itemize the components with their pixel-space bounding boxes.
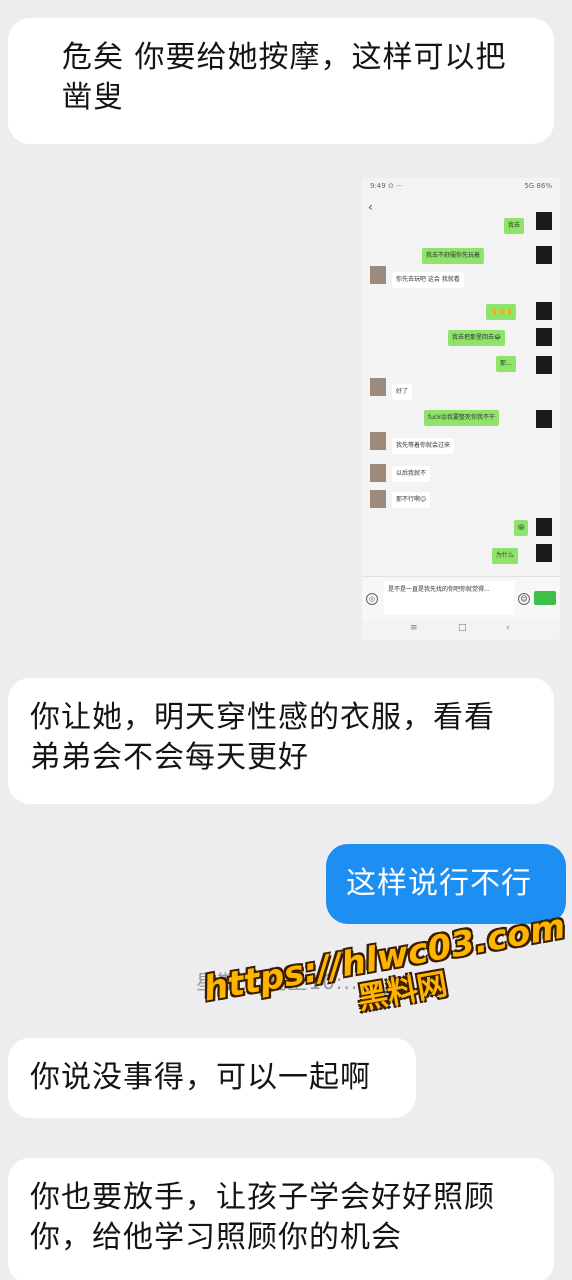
embedded-avatar xyxy=(370,266,386,284)
embedded-bubble: 你先去玩吧 这会 我就看 xyxy=(392,272,464,288)
embedded-status-bar: 9:49 ⊙ ··· 5G 86% xyxy=(370,182,552,194)
embedded-avatar xyxy=(536,544,552,562)
embedded-nav-bar: ≡ □ ‹ xyxy=(362,620,560,640)
embedded-bubble: 我去 xyxy=(504,218,525,234)
embedded-voice-icon: ◎ xyxy=(366,593,378,605)
embedded-bubble: 👍👍👍 xyxy=(486,304,517,320)
embedded-input-bar: ◎ 是不是一直是我先找的你吧你就觉得... ☺ xyxy=(362,576,560,620)
embedded-avatar xyxy=(370,464,386,482)
embedded-chat-screenshot[interactable]: 9:49 ⊙ ··· 5G 86% ‹ 我去 我去不舒服你先玩着 你先去玩吧 这… xyxy=(362,178,560,640)
embedded-bubble: 那… xyxy=(496,356,517,372)
embedded-bubble: 我去不舒服你先玩着 xyxy=(422,248,485,264)
embedded-back-icon: ‹ xyxy=(368,200,373,214)
message-text-line: 凿叟 xyxy=(62,80,124,115)
embedded-avatar xyxy=(536,328,552,346)
embedded-input-text: 是不是一直是我先找的你吧你就觉得... xyxy=(384,581,514,615)
embedded-bubble: 以后我就不 xyxy=(392,466,431,482)
embedded-emoji-icon: ☺ xyxy=(518,593,530,605)
embedded-avatar xyxy=(370,490,386,508)
embedded-bubble: 我先等着你就会过来 xyxy=(392,438,455,454)
message-text-line: 你说没事得，可以一起啊 xyxy=(30,1060,371,1095)
embedded-home-icon: □ xyxy=(458,623,467,633)
embedded-status-signal: 5G 86% xyxy=(524,182,552,190)
embedded-bubble: 好了 xyxy=(392,384,413,400)
message-bubble-incoming[interactable]: 你说没事得，可以一起啊 xyxy=(8,1038,416,1118)
embedded-back-nav-icon: ‹ xyxy=(506,623,510,633)
message-bubble-incoming[interactable]: 危矣 你要给她按摩，这样可以把 凿叟 xyxy=(8,18,554,144)
embedded-avatar xyxy=(536,518,552,536)
embedded-bubble: 我去把那里回去😂 xyxy=(448,330,506,346)
message-bubble-incoming[interactable]: 你也要放手，让孩子学会好好照顾 你，给他学习照顾你的机会 xyxy=(8,1158,554,1280)
embedded-bubble: 😱 xyxy=(514,520,529,536)
embedded-bubble: 那不行啊😊 xyxy=(392,492,431,508)
embedded-send-button xyxy=(534,591,556,605)
embedded-avatar xyxy=(536,356,552,374)
message-text-line: 这样说行不行 xyxy=(346,866,532,901)
embedded-status-time: 9:49 ⊙ ··· xyxy=(370,182,403,190)
embedded-menu-icon: ≡ xyxy=(410,623,418,633)
message-text-line: 你，给他学习照顾你的机会 xyxy=(30,1220,402,1255)
message-text-line: 弟弟会不会每天更好 xyxy=(30,740,309,775)
embedded-bubble: fuck😡我要整死你我不干 xyxy=(424,410,499,426)
embedded-avatar xyxy=(536,246,552,264)
embedded-bubble: 为什么 xyxy=(492,548,519,564)
message-text-line: 危矣 你要给她按摩，这样可以把 xyxy=(62,40,507,75)
embedded-avatar xyxy=(536,410,552,428)
message-text-line: 你让她，明天穿性感的衣服，看看 xyxy=(30,700,495,735)
embedded-avatar xyxy=(370,432,386,450)
embedded-avatar xyxy=(536,212,552,230)
message-bubble-incoming[interactable]: 你让她，明天穿性感的衣服，看看 弟弟会不会每天更好 xyxy=(8,678,554,804)
embedded-avatar xyxy=(536,302,552,320)
message-text-line: 你也要放手，让孩子学会好好照顾 xyxy=(30,1180,495,1215)
embedded-avatar xyxy=(370,378,386,396)
